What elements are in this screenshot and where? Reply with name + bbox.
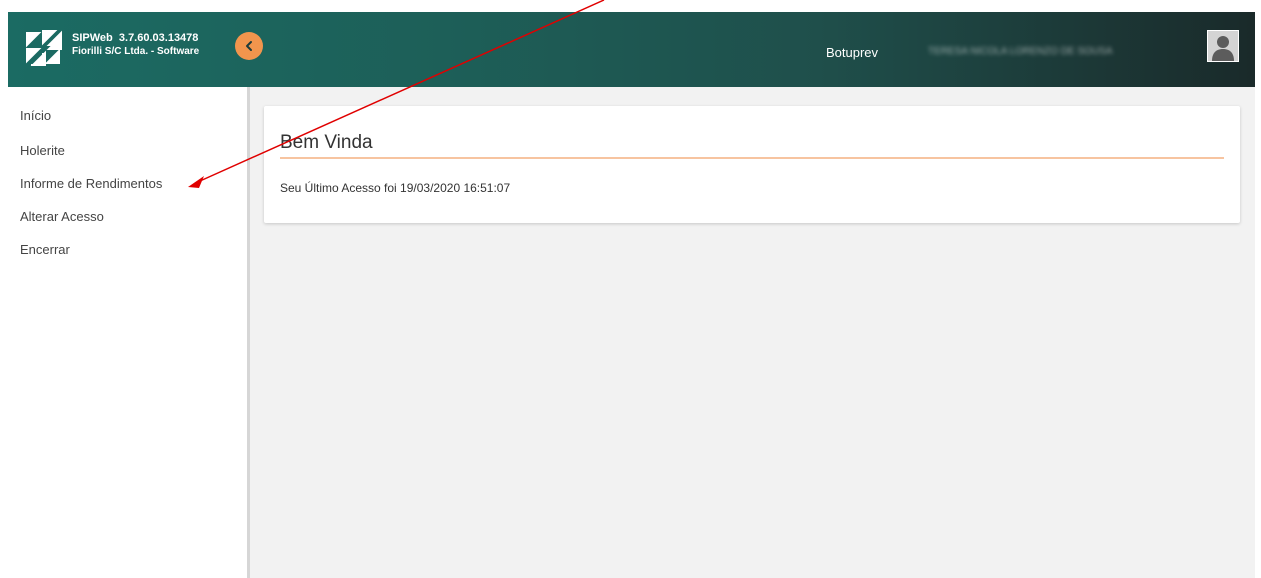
app-title: SIPWeb 3.7.60.03.13478 Fiorilli S/C Ltda… xyxy=(72,32,199,58)
top-header-bar: SIPWeb 3.7.60.03.13478 Fiorilli S/C Ltda… xyxy=(8,12,1255,87)
app-version: 3.7.60.03.13478 xyxy=(118,32,199,44)
sidebar-collapse-button[interactable] xyxy=(235,32,263,60)
welcome-card: Bem Vinda Seu Último Acesso foi 19/03/20… xyxy=(264,106,1240,223)
user-silhouette-icon xyxy=(1208,31,1238,61)
app-window: SIPWeb 3.7.60.03.13478 Fiorilli S/C Ltda… xyxy=(0,0,1261,578)
last-access-text: Seu Último Acesso foi 19/03/2020 16:51:0… xyxy=(280,181,511,195)
chevron-left-icon xyxy=(246,41,252,51)
organization-name: Botuprev xyxy=(826,45,879,60)
sidebar-item-encerrar[interactable]: Encerrar xyxy=(20,242,70,257)
user-avatar-button[interactable] xyxy=(1207,30,1239,62)
sidebar-item-holerite[interactable]: Holerite xyxy=(20,143,65,158)
company-name: Fiorilli S/C Ltda. - Software xyxy=(72,46,200,57)
title-divider xyxy=(280,157,1224,159)
fiorilli-logo-icon xyxy=(23,27,65,69)
sidebar-item-inicio[interactable]: Início xyxy=(20,108,51,123)
sidebar-item-alterar-acesso[interactable]: Alterar Acesso xyxy=(20,209,104,224)
app-name: SIPWeb xyxy=(72,32,113,44)
sidebar-nav: Início Holerite Informe de Rendimentos A… xyxy=(8,87,248,578)
welcome-title: Bem Vinda xyxy=(280,132,373,153)
sidebar-item-informe-de-rendimentos[interactable]: Informe de Rendimentos xyxy=(20,176,162,191)
user-name-obscured: TERESA NICOLA LORENZO DE SOUSA xyxy=(928,46,1113,57)
